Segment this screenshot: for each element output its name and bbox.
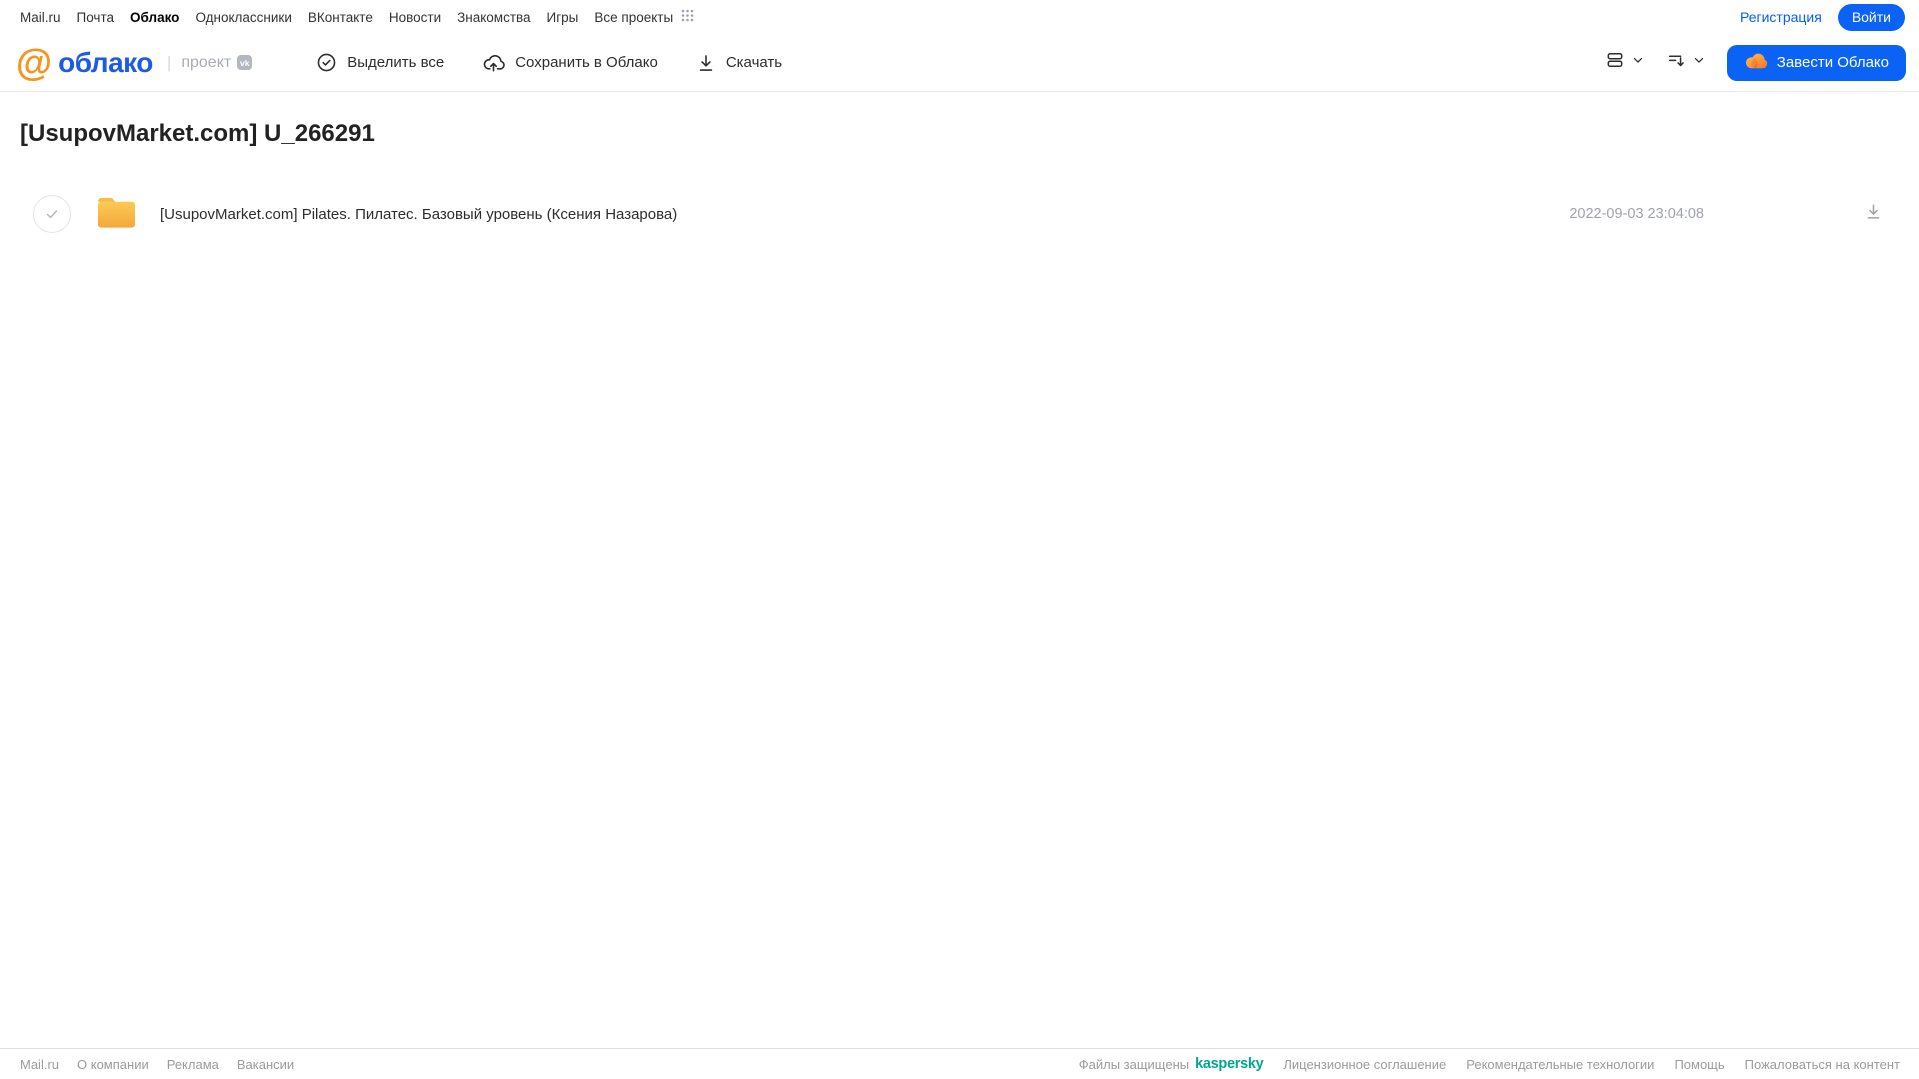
footer-link-report[interactable]: Пожаловаться на контент xyxy=(1745,1057,1900,1072)
cloud-upload-icon xyxy=(482,51,505,74)
protected-label: Файлы защищены xyxy=(1078,1056,1190,1072)
chevron-down-icon xyxy=(1631,53,1645,72)
topbar-link-vkontakte[interactable]: ВКонтакте xyxy=(308,10,373,25)
topbar-link-novosti[interactable]: Новости xyxy=(389,10,441,25)
folder-icon xyxy=(94,192,139,236)
portal-topbar: Mail.ru Почта Облако Одноклассники ВКонт… xyxy=(0,0,1919,34)
sort-selector[interactable] xyxy=(1666,50,1706,75)
cloud-icon xyxy=(1744,51,1768,75)
vk-badge-icon: vk xyxy=(237,55,253,70)
save-to-cloud-label: Сохранить в Облако xyxy=(515,54,658,71)
topbar-link-vse-proekty[interactable]: Все проекты xyxy=(594,10,673,25)
topbar-link-pochta[interactable]: Почта xyxy=(77,10,115,25)
topbar-link-znakomstva[interactable]: Знакомства xyxy=(457,10,530,25)
download-button[interactable]: Скачать xyxy=(696,53,782,73)
registration-link[interactable]: Регистрация xyxy=(1740,9,1822,25)
header-actions: Завести Облако xyxy=(1605,44,1906,81)
sort-icon xyxy=(1666,50,1686,75)
kaspersky-logo[interactable]: kaspersky xyxy=(1195,1056,1264,1072)
chevron-down-icon xyxy=(1692,53,1706,72)
row-download-icon[interactable] xyxy=(1864,202,1883,226)
file-date: 2022-09-03 23:04:08 xyxy=(1569,206,1704,222)
page-title: [UsupovMarket.com] U_266291 xyxy=(20,120,375,147)
cloud-logo[interactable]: @ облако | проект vk xyxy=(16,42,253,83)
project-label: проект xyxy=(181,53,232,71)
download-label: Скачать xyxy=(725,54,783,71)
mailru-at-icon: @ xyxy=(16,42,52,83)
footer: Mail.ru О компании Реклама Вакансии Файл… xyxy=(0,1048,1919,1079)
footer-link-reklama[interactable]: Реклама xyxy=(167,1057,219,1072)
app-header: @ облако | проект vk Выделить все Сохран… xyxy=(0,34,1919,92)
share-toolbar: Выделить все Сохранить в Облако Скачать xyxy=(316,51,782,74)
login-button[interactable]: Войти xyxy=(1837,3,1905,31)
footer-link-help[interactable]: Помощь xyxy=(1674,1057,1724,1072)
check-icon xyxy=(46,210,58,219)
file-row[interactable]: [UsupovMarket.com] Pilates. Пилатес. Баз… xyxy=(20,192,1919,236)
topbar-link-igry[interactable]: Игры xyxy=(547,10,579,25)
footer-link-vakansii[interactable]: Вакансии xyxy=(237,1057,294,1072)
view-mode-selector[interactable] xyxy=(1605,50,1645,75)
footer-right: Файлы защищены kaspersky Лицензионное со… xyxy=(1079,1056,1900,1072)
check-circle-icon xyxy=(316,52,337,73)
get-cloud-label: Завести Облако xyxy=(1776,54,1889,71)
get-cloud-button[interactable]: Завести Облако xyxy=(1726,44,1906,81)
all-projects-grid-icon[interactable] xyxy=(681,9,694,25)
download-icon xyxy=(696,53,716,73)
kaspersky-protection: Файлы защищены kaspersky xyxy=(1079,1056,1264,1072)
topbar-link-odnoklassniki[interactable]: Одноклассники xyxy=(195,10,291,25)
footer-link-mailru[interactable]: Mail.ru xyxy=(20,1057,59,1072)
row-checkbox[interactable] xyxy=(33,195,71,233)
cloud-logo-text: облако xyxy=(58,46,153,78)
footer-link-o-kompanii[interactable]: О компании xyxy=(77,1057,149,1072)
topbar-link-oblako[interactable]: Облако xyxy=(130,10,179,25)
select-all-button[interactable]: Выделить все xyxy=(316,52,444,73)
save-to-cloud-button[interactable]: Сохранить в Облако xyxy=(482,51,658,74)
list-view-icon xyxy=(1605,50,1625,75)
topbar-link-mailru[interactable]: Mail.ru xyxy=(20,10,61,25)
footer-link-recommendations[interactable]: Рекомендательные технологии xyxy=(1466,1057,1654,1072)
footer-link-license[interactable]: Лицензионное соглашение xyxy=(1283,1057,1446,1072)
file-name-link[interactable]: [UsupovMarket.com] Pilates. Пилатес. Баз… xyxy=(160,206,1569,223)
select-all-label: Выделить все xyxy=(347,54,445,71)
logo-divider: | xyxy=(166,52,172,72)
main-content: [UsupovMarket.com] U_266291 [UsupovMarke… xyxy=(0,120,1919,236)
